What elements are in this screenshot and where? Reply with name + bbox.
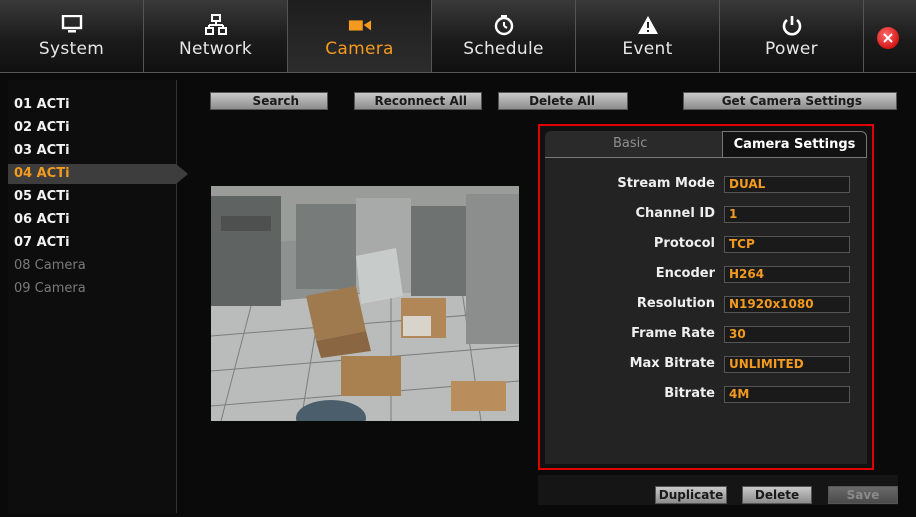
max-bitrate-row: Max Bitrate UNLIMITED <box>545 354 867 374</box>
max-bitrate-field[interactable]: UNLIMITED <box>724 356 850 373</box>
tab-event-label: Event <box>622 39 673 59</box>
duplicate-button[interactable]: Duplicate <box>655 486 727 504</box>
tab-schedule[interactable]: Schedule <box>432 0 576 72</box>
network-icon <box>204 13 228 37</box>
bitrate-label: Bitrate <box>664 386 715 401</box>
resolution-label: Resolution <box>636 296 715 311</box>
camera-icon <box>348 13 372 37</box>
channel-id-label: Channel ID <box>635 206 715 221</box>
protocol-label: Protocol <box>653 236 715 251</box>
stream-mode-field[interactable]: DUAL <box>724 176 850 193</box>
encoder-label: Encoder <box>655 266 715 281</box>
frame-rate-field[interactable]: 30 <box>724 326 850 343</box>
tab-network[interactable]: Network <box>144 0 288 72</box>
camera-list-item[interactable]: 03 ACTi <box>8 141 176 161</box>
max-bitrate-label: Max Bitrate <box>629 356 715 371</box>
channel-id-row: Channel ID 1 <box>545 204 867 224</box>
protocol-row: Protocol TCP <box>545 234 867 254</box>
protocol-field[interactable]: TCP <box>724 236 850 253</box>
bitrate-field[interactable]: 4M <box>724 386 850 403</box>
camera-settings-panel: Basic Camera Settings Stream Mode DUAL C… <box>538 124 874 470</box>
frame-rate-label: Frame Rate <box>631 326 715 341</box>
camera-list-item[interactable]: 01 ACTi <box>8 95 176 115</box>
tab-basic[interactable]: Basic <box>545 131 722 157</box>
camera-list-item-selected[interactable]: 04 ACTi <box>8 164 188 184</box>
tab-power[interactable]: Power <box>720 0 864 72</box>
encoder-row: Encoder H264 <box>545 264 867 284</box>
tab-camera-label: Camera <box>325 39 394 59</box>
tab-camera-settings[interactable]: Camera Settings <box>722 131 867 157</box>
tab-camera[interactable]: Camera <box>288 0 432 72</box>
tab-system-label: System <box>38 39 105 59</box>
tab-schedule-label: Schedule <box>463 39 544 59</box>
stream-mode-label: Stream Mode <box>617 176 715 191</box>
frame-rate-row: Frame Rate 30 <box>545 324 867 344</box>
tab-network-label: Network <box>178 39 253 59</box>
stream-mode-row: Stream Mode DUAL <box>545 174 867 194</box>
tab-system[interactable]: System <box>0 0 144 72</box>
channel-id-field[interactable]: 1 <box>724 206 850 223</box>
delete-all-button[interactable]: Delete All <box>498 92 628 110</box>
clock-icon <box>492 13 516 37</box>
tab-event[interactable]: Event <box>576 0 720 72</box>
camera-settings-form: Stream Mode DUAL Channel ID 1 Protocol T… <box>545 157 867 464</box>
tab-power-label: Power <box>765 39 818 59</box>
search-button[interactable]: Search <box>210 92 328 110</box>
camera-snapshot-image <box>211 186 519 421</box>
reconnect-all-button[interactable]: Reconnect All <box>354 92 482 110</box>
monitor-icon <box>60 13 84 37</box>
close-button[interactable] <box>877 27 899 49</box>
camera-list: 01 ACTi 02 ACTi 03 ACTi 04 ACTi 05 ACTi … <box>8 80 188 513</box>
encoder-field[interactable]: H264 <box>724 266 850 283</box>
camera-list-item[interactable]: 09 Camera <box>8 279 176 299</box>
camera-list-item[interactable]: 07 ACTi <box>8 233 176 253</box>
resolution-field[interactable]: N1920x1080 <box>724 296 850 313</box>
bitrate-row: Bitrate 4M <box>545 384 867 404</box>
camera-list-item[interactable]: 02 ACTi <box>8 118 176 138</box>
camera-list-item[interactable]: 08 Camera <box>8 256 176 276</box>
delete-button[interactable]: Delete <box>742 486 812 504</box>
camera-list-item[interactable]: 05 ACTi <box>8 187 176 207</box>
camera-preview <box>211 186 519 421</box>
main-navigation: System Network Camera Schedule Event Pow… <box>0 0 916 73</box>
resolution-row: Resolution N1920x1080 <box>545 294 867 314</box>
close-icon <box>883 33 893 43</box>
camera-list-item[interactable]: 06 ACTi <box>8 210 176 230</box>
save-button[interactable]: Save <box>828 486 898 504</box>
power-icon <box>780 13 804 37</box>
warning-icon <box>636 13 660 37</box>
get-camera-settings-button[interactable]: Get Camera Settings <box>683 92 897 110</box>
